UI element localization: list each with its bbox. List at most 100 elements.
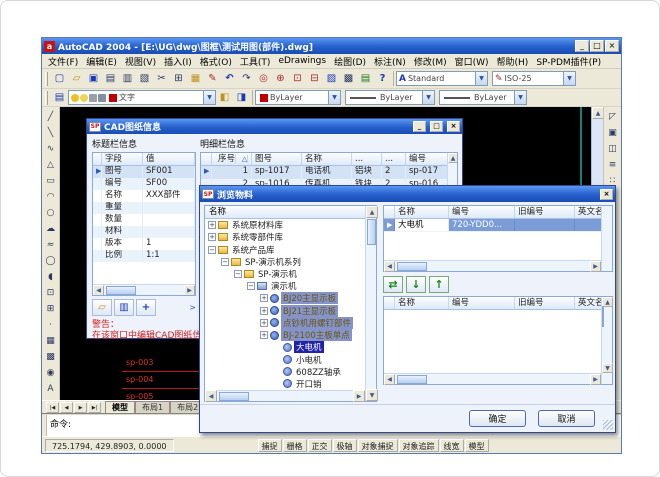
plot-icon[interactable]: ▤ (102, 71, 119, 87)
column-header[interactable]: 编号 (406, 153, 448, 165)
edit-info-icon[interactable]: ▱ (92, 299, 112, 316)
make-layer-current-icon[interactable]: ◧ (216, 90, 233, 106)
status-toggle[interactable]: 对象追踪 (399, 439, 439, 452)
scroll-right-icon[interactable]: ▶ (184, 285, 195, 296)
resize-grip[interactable] (603, 420, 613, 430)
menu-item[interactable]: 窗口(W) (451, 55, 493, 68)
import-icon[interactable]: ↓ (406, 276, 426, 293)
layout-tab[interactable]: 布局1 (135, 401, 170, 413)
arc-icon[interactable]: ◠ (43, 189, 59, 205)
tree-item[interactable]: 开口销 (205, 378, 365, 390)
tree-item[interactable]: 小电机 (205, 353, 365, 365)
scroll-down-icon[interactable]: ▼ (602, 363, 613, 373)
ellipse-icon[interactable]: ◯ (43, 253, 59, 269)
pan-icon[interactable]: ◎ (255, 71, 272, 87)
make-block-icon[interactable]: ⊞ (43, 301, 59, 317)
menu-item[interactable]: 修改(M) (410, 55, 451, 68)
column-header[interactable]: 编号 (449, 206, 515, 218)
render-icon[interactable]: ◉ (43, 365, 59, 381)
chevron-down-icon[interactable]: ▼ (328, 91, 340, 104)
layer-combo[interactable]: 文字 ▼ (68, 90, 216, 105)
expander-icon[interactable]: + (260, 294, 268, 302)
save-icon[interactable]: ▣ (85, 71, 102, 87)
tree-item[interactable]: − 演示机 (205, 280, 365, 292)
linetype-combo[interactable]: ByLayer ▼ (345, 90, 435, 105)
status-toggle[interactable]: 线宽 (440, 439, 464, 452)
expander-icon[interactable]: − (234, 270, 242, 278)
layout-tab[interactable]: 模型 (105, 401, 135, 413)
scroll-left-icon[interactable]: ◀ (384, 261, 395, 272)
table-row[interactable]: ▶ 大电机 720-YDD0... (384, 219, 612, 232)
table-row[interactable]: 名称 XXX部件 (93, 190, 195, 202)
expander-icon[interactable]: + (260, 331, 268, 339)
line-icon[interactable]: ╱ (43, 109, 59, 125)
vertical-scrollbar[interactable]: ▲ ▼ (601, 297, 612, 384)
dialog-minimize-button[interactable]: _ (413, 121, 426, 132)
horizontal-scrollbar[interactable]: ◀ ▶ (384, 373, 601, 384)
expander-icon[interactable]: + (260, 307, 268, 315)
dialog-title-bar[interactable]: SP 浏览物料 × (200, 186, 615, 202)
menu-item[interactable]: 插入(I) (160, 55, 196, 68)
tree-item[interactable]: − SP-演示机系列 (205, 256, 365, 268)
scroll-thumb[interactable] (602, 306, 604, 327)
title-bar[interactable]: a AutoCAD 2004 - [E:\UG\dwg\图框\测试用图(部件).… (42, 38, 621, 54)
overflow-icon[interactable]: > (189, 303, 196, 312)
vertical-scrollbar[interactable] (601, 206, 612, 271)
tree-item[interactable]: + BJ20主显示板 (205, 292, 365, 304)
paste-icon[interactable]: ▦ (187, 71, 204, 87)
tool-palettes-icon[interactable]: ▤ (357, 71, 374, 87)
menu-item[interactable]: 工具(T) (236, 55, 275, 68)
table-row[interactable]: 版本 1 (93, 238, 195, 250)
mirror-icon[interactable]: ◫ (605, 141, 621, 157)
columns-icon[interactable]: ▥ (114, 299, 134, 316)
expander-icon[interactable]: + (208, 221, 216, 229)
expander-icon[interactable]: + (208, 233, 216, 241)
expander-icon[interactable]: − (247, 282, 255, 290)
text-style-combo[interactable]: A Standard ▼ (396, 71, 488, 86)
menu-item[interactable]: 帮助(H) (493, 55, 533, 68)
tree-item[interactable]: + 点钞机用螺钉部件 (205, 317, 365, 329)
menu-item[interactable]: 标注(N) (370, 55, 410, 68)
status-toggle[interactable]: 极轴 (333, 439, 357, 452)
tree-vscrollbar[interactable]: ▲ ▼ (365, 206, 376, 401)
tree-item[interactable]: 大电机 (205, 341, 365, 353)
scroll-thumb[interactable] (106, 286, 136, 295)
menu-item[interactable]: 视图(V) (121, 55, 160, 68)
match-properties-icon[interactable]: ✎ (204, 71, 221, 87)
tree-item[interactable]: 608ZZ轴承 (205, 366, 365, 378)
tree-item[interactable]: + 系统零部件库 (205, 231, 365, 243)
mtext-icon[interactable]: A (43, 381, 59, 397)
column-header[interactable]: 名称 (395, 297, 449, 309)
menu-item[interactable]: 文件(F) (44, 55, 82, 68)
scroll-left-icon[interactable]: ◀ (93, 285, 104, 296)
erase-icon[interactable]: ◸ (605, 109, 621, 125)
properties-icon[interactable]: ▨ (323, 71, 340, 87)
tree-item[interactable]: + BJ21主显示板 (205, 305, 365, 317)
ellipse-arc-icon[interactable]: ◖ (43, 269, 59, 285)
cut-icon[interactable]: ✂ (153, 71, 170, 87)
chevron-down-icon[interactable]: ▼ (475, 72, 487, 85)
undo-icon[interactable]: ↶ (221, 71, 238, 87)
zoom-realtime-icon[interactable]: ⊕ (272, 71, 289, 87)
tree-item[interactable]: + 系统原材料库 (205, 219, 365, 231)
scroll-up-icon[interactable]: ▲ (366, 206, 378, 218)
status-toggle[interactable]: 正交 (308, 439, 332, 452)
menu-item[interactable]: 编辑(E) (82, 55, 121, 68)
scroll-right-icon[interactable]: ▶ (590, 374, 601, 385)
copy-object-icon[interactable]: ▣ (605, 125, 621, 141)
insert-block-icon[interactable]: ⊡ (43, 285, 59, 301)
polyline-icon[interactable]: ∿ (43, 141, 59, 157)
dialog-close-button[interactable]: × (600, 189, 613, 200)
expander-icon[interactable]: − (208, 246, 216, 254)
column-header[interactable]: ... (352, 153, 382, 165)
dialog-restore-button[interactable]: □ (430, 121, 443, 132)
hatch-icon[interactable]: ▦ (43, 333, 59, 349)
dim-style-combo[interactable]: ✎ ISO-25 ▼ (492, 71, 576, 86)
chevron-down-icon[interactable]: ▼ (514, 91, 526, 104)
copy-icon[interactable]: ⊞ (170, 71, 187, 87)
minimize-button[interactable]: _ (575, 40, 589, 52)
ok-button[interactable]: 确定 (469, 410, 526, 427)
scroll-right-icon[interactable]: ▶ (353, 390, 365, 402)
redo-icon[interactable]: ↷ (238, 71, 255, 87)
layer-manager-icon[interactable]: ▤ (51, 90, 68, 106)
